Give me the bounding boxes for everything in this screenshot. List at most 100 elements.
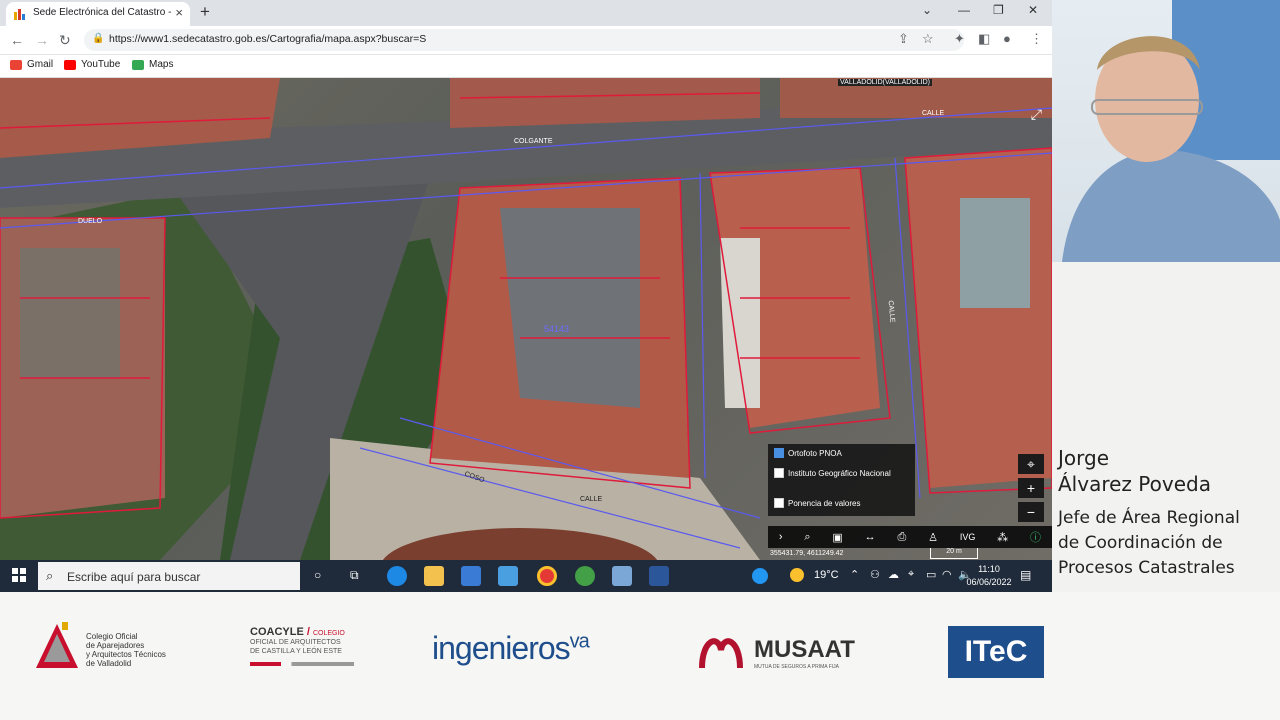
- speaker-role-line: Procesos Catastrales: [1058, 558, 1235, 578]
- cortana-icon[interactable]: ○: [314, 568, 321, 582]
- layer-option[interactable]: Ortofoto PNOA: [774, 448, 842, 458]
- colegio-text-line: Colegio Oficial: [86, 632, 138, 641]
- bookmark-youtube[interactable]: YouTube: [64, 59, 120, 70]
- taskbar-search[interactable]: ⌕ Escribe aquí para buscar: [38, 562, 300, 590]
- weather-icon[interactable]: [790, 568, 804, 582]
- layer-label: Ponencia de valores: [788, 498, 861, 508]
- edge-icon[interactable]: [387, 566, 407, 586]
- network-status-icon[interactable]: ⚇: [870, 568, 880, 581]
- task-view-icon[interactable]: ⧉: [350, 568, 359, 583]
- map-toolbar: › ⌕ ▣ ↔ ⎙ ♙ IVG ⁂ ⓘ: [768, 526, 1052, 548]
- checkbox[interactable]: [774, 468, 784, 478]
- share-icon[interactable]: ⇪: [898, 31, 909, 47]
- colegio-text-line: de Aparejadores: [86, 641, 145, 650]
- bookmark-gmail[interactable]: Gmail: [10, 59, 53, 70]
- speaker-role-line: Jefe de Área Regional: [1058, 508, 1240, 528]
- browser-tab[interactable]: Sede Electrónica del Catastro - F ×: [6, 2, 190, 26]
- menu-icon[interactable]: ⋮: [1030, 31, 1043, 47]
- cadastre-map[interactable]: VALLADOLID(VALLADOLID) COLGANTE CALLE CA…: [0, 78, 1052, 560]
- expand-icon[interactable]: ›: [779, 531, 783, 543]
- new-tab-icon[interactable]: +: [200, 2, 210, 22]
- store-icon[interactable]: [461, 566, 481, 586]
- coacyle-bar: [250, 662, 354, 666]
- location-icon[interactable]: ⌖: [908, 568, 914, 581]
- wifi-icon[interactable]: ◠: [942, 568, 952, 581]
- extensions-icon[interactable]: ✦: [954, 31, 965, 47]
- ivg-button[interactable]: IVG: [960, 532, 976, 542]
- layer-label: Instituto Geográfico Nacional: [788, 468, 891, 478]
- tray-chevron-icon[interactable]: ⌃: [850, 568, 859, 581]
- forward-icon[interactable]: →: [35, 32, 49, 48]
- minimize-icon[interactable]: —: [958, 3, 970, 17]
- windows-start-icon[interactable]: [12, 568, 26, 582]
- close-tab-icon[interactable]: ×: [175, 5, 183, 20]
- lock-icon: 🔒: [92, 33, 105, 44]
- onedrive-icon[interactable]: ☁: [888, 568, 899, 581]
- colegio-emblem-icon: [36, 622, 78, 668]
- colegio-aparejadores-logo: Colegio Oficial de Aparejadores y Arquit…: [34, 622, 184, 682]
- musaat-emblem-icon: [699, 638, 743, 669]
- speaker-webcam: [1052, 0, 1280, 262]
- measure-icon[interactable]: ↔: [865, 531, 876, 543]
- scale-label: 20 m: [946, 548, 962, 555]
- layers-icon[interactable]: ▣: [832, 531, 842, 544]
- share-map-icon[interactable]: ⁂: [997, 531, 1008, 544]
- search-icon[interactable]: ⌕: [804, 531, 810, 544]
- info-icon[interactable]: ⓘ: [1030, 529, 1041, 545]
- temperature[interactable]: 19°C: [814, 569, 839, 581]
- tab-search-icon[interactable]: ⌄: [922, 3, 932, 17]
- bookmark-maps[interactable]: Maps: [132, 59, 173, 70]
- restore-icon[interactable]: ❐: [993, 3, 1004, 17]
- bookmark-label: Maps: [149, 59, 174, 70]
- app-icon[interactable]: [575, 566, 595, 586]
- battery-icon[interactable]: ▭: [926, 568, 936, 581]
- checkbox-checked[interactable]: [774, 448, 784, 458]
- search-placeholder: Escribe aquí para buscar: [67, 570, 201, 584]
- notifications-icon[interactable]: ▤: [1020, 568, 1031, 582]
- streetview-icon[interactable]: ♙: [928, 531, 938, 544]
- ingenieros-text: ingenieros: [432, 630, 571, 666]
- catastro-favicon-icon: [14, 9, 25, 20]
- layer-option[interactable]: Ponencia de valores: [774, 498, 861, 508]
- musaat-logo: MUSAAT MUTUA DE SEGUROS A PRIMA FIJA: [698, 630, 878, 680]
- url-field[interactable]: 🔒 https://www1.sedecatastro.gob.es/Carto…: [84, 29, 964, 51]
- coacyle-sub: OFICIAL DE ARQUITECTOS: [250, 639, 341, 646]
- bookmark-label: YouTube: [81, 59, 121, 70]
- reload-icon[interactable]: ↻: [59, 32, 71, 49]
- fullscreen-icon[interactable]: ⤢: [1031, 106, 1042, 123]
- tab-title: Sede Electrónica del Catastro - F: [33, 7, 173, 18]
- musaat-text: MUSAAT: [754, 636, 855, 663]
- chrome-icon[interactable]: [537, 566, 557, 586]
- sidepanel-icon[interactable]: ◧: [978, 31, 990, 47]
- coacyle-sub: COLEGIO: [312, 630, 345, 637]
- checkbox[interactable]: [774, 498, 784, 508]
- speaker-last-name: Álvarez Poveda: [1058, 472, 1211, 496]
- word-icon[interactable]: [649, 566, 669, 586]
- map-city-label: VALLADOLID(VALLADOLID): [838, 79, 932, 86]
- scale-bar: 20 m: [930, 548, 978, 559]
- clock-time: 11:10: [978, 564, 1000, 574]
- locate-icon[interactable]: ⌖: [1018, 454, 1044, 474]
- close-window-icon[interactable]: ✕: [1028, 3, 1038, 17]
- bookmark-star-icon[interactable]: ☆: [922, 31, 934, 47]
- system-clock[interactable]: 11:10 06/06/2022: [958, 563, 1020, 589]
- colegio-text-line: y Arquitectos Técnicos: [86, 650, 166, 659]
- back-icon[interactable]: ←: [10, 32, 24, 48]
- coacyle-logo: COACYLE / COLEGIO OFICIAL DE ARQUITECTOS…: [250, 626, 370, 686]
- network-app-icon[interactable]: [612, 566, 632, 586]
- speaker-first-name: Jorge: [1058, 446, 1110, 470]
- mail-icon[interactable]: [498, 566, 518, 586]
- file-explorer-icon[interactable]: [424, 566, 444, 586]
- tab-strip: Sede Electrónica del Catastro - F × + ⌄ …: [0, 0, 1052, 26]
- help-icon[interactable]: [752, 568, 768, 584]
- search-icon: ⌕: [46, 568, 54, 583]
- ingenieros-va-logo: ingenierosva: [432, 630, 590, 667]
- print-icon[interactable]: ⎙: [897, 531, 906, 544]
- zoom-out-icon[interactable]: −: [1018, 502, 1044, 522]
- layer-option[interactable]: Instituto Geográfico Nacional: [774, 468, 891, 478]
- profile-icon[interactable]: ●: [1003, 31, 1011, 46]
- zoom-in-icon[interactable]: +: [1018, 478, 1044, 498]
- speaker-video-frame: [1062, 0, 1280, 262]
- layer-panel: Ortofoto PNOA Instituto Geográfico Nacio…: [768, 444, 915, 516]
- windows-taskbar: ⌕ Escribe aquí para buscar ○ ⧉ 19°C ⌃ ⚇ …: [0, 560, 1052, 592]
